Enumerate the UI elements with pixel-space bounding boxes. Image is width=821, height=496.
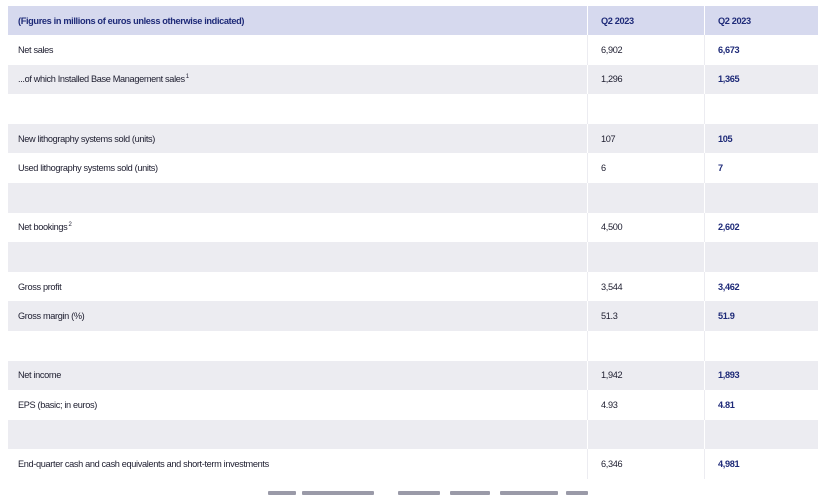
row-label-text: Net bookings: [18, 222, 68, 233]
table-body: Net sales 6,902 6,673 ...of which Installed…: [8, 35, 818, 479]
row-prev-value: [587, 182, 704, 213]
header-label: (Figures in millions of euros unless oth…: [18, 15, 245, 26]
row-curr-value: 7: [704, 153, 818, 183]
row-prev-value: 4.93: [587, 390, 704, 420]
row-curr-value: [704, 419, 818, 450]
table-row: End-quarter cash and cash equivalents an…: [8, 449, 818, 479]
table-row: New lithography systems sold (units) 107 1…: [8, 123, 818, 154]
table-row: Net sales 6,902 6,673: [8, 35, 818, 65]
row-curr-value: [704, 242, 818, 272]
row-label-text: Net sales: [18, 44, 54, 55]
row-label-text: Net income: [18, 370, 61, 381]
row-label: Gross margin (%): [8, 311, 587, 321]
row-label: Net sales: [8, 45, 587, 55]
row-prev-value: 6,346: [587, 449, 704, 479]
row-prev-value: 107: [587, 123, 704, 154]
row-prev-value: 4,500: [587, 212, 704, 243]
table-row: [8, 242, 818, 272]
row-label-text: End-quarter cash and cash equivalents an…: [18, 459, 269, 470]
row-curr-value: [704, 94, 818, 124]
row-label-text: Used lithography systems sold (units): [18, 163, 158, 174]
row-label: ...of which Installed Base Management sa…: [8, 74, 587, 84]
row-label: End-quarter cash and cash equivalents an…: [8, 459, 587, 469]
footnote-marker: 2: [68, 222, 72, 229]
row-label: Gross profit: [8, 282, 587, 292]
row-curr-value: 3,462: [704, 271, 818, 302]
row-prev-value: [587, 419, 704, 450]
row-prev-value: 1,942: [587, 360, 704, 391]
row-label: Used lithography systems sold (units): [8, 163, 587, 173]
header-prev-quarter: Q2 2023: [587, 6, 704, 35]
row-label-text: ...of which Installed Base Management sa…: [18, 74, 185, 85]
row-label-text: New lithography systems sold (units): [18, 133, 156, 144]
row-curr-value: 1,365: [704, 64, 818, 95]
table-header-row: (Figures in millions of euros unless oth…: [8, 6, 818, 35]
table-row: Used lithography systems sold (units) 6 7: [8, 153, 818, 183]
footnote-marker: 1: [185, 74, 189, 81]
table-row: [8, 182, 818, 213]
table-row: Net income 1,942 1,893: [8, 360, 818, 391]
row-prev-value: [587, 94, 704, 124]
row-prev-value: 51.3: [587, 301, 704, 331]
header-curr-quarter: Q2 2023: [704, 6, 818, 35]
row-curr-value: 1,893: [704, 360, 818, 391]
row-curr-value: [704, 330, 818, 361]
table-row: [8, 419, 818, 450]
table-row: EPS (basic; in euros) 4.93 4.81: [8, 390, 818, 420]
row-label: EPS (basic; in euros): [8, 400, 587, 410]
cut-off-footer-text: [0, 490, 821, 496]
row-curr-value: 4,981: [704, 449, 818, 479]
row-prev-value: 6,902: [587, 35, 704, 65]
table-row: [8, 330, 818, 361]
row-prev-value: 3,544: [587, 271, 704, 302]
row-curr-value: 105: [704, 123, 818, 154]
row-curr-value: 51.9: [704, 301, 818, 331]
row-label-text: Gross profit: [18, 281, 62, 292]
table-row: [8, 94, 818, 124]
row-label-text: Gross margin (%): [18, 311, 85, 322]
row-curr-value: 2,602: [704, 212, 818, 243]
table-row: Net bookings2 4,500 2,602: [8, 212, 818, 243]
row-prev-value: 1,296: [587, 64, 704, 95]
row-prev-value: 6: [587, 153, 704, 183]
row-label: New lithography systems sold (units): [8, 134, 587, 144]
row-curr-value: [704, 182, 818, 213]
table-row: Gross profit 3,544 3,462: [8, 271, 818, 302]
table-row: ...of which Installed Base Management sa…: [8, 64, 818, 95]
row-prev-value: [587, 242, 704, 272]
row-prev-value: [587, 330, 704, 361]
financial-summary-table: (Figures in millions of euros unless oth…: [8, 6, 818, 479]
row-label: Net income: [8, 370, 587, 380]
row-label: Net bookings2: [8, 222, 587, 232]
row-curr-value: 4.81: [704, 390, 818, 420]
table-row: Gross margin (%) 51.3 51.9: [8, 301, 818, 331]
row-curr-value: 6,673: [704, 35, 818, 65]
row-label-text: EPS (basic; in euros): [18, 399, 97, 410]
